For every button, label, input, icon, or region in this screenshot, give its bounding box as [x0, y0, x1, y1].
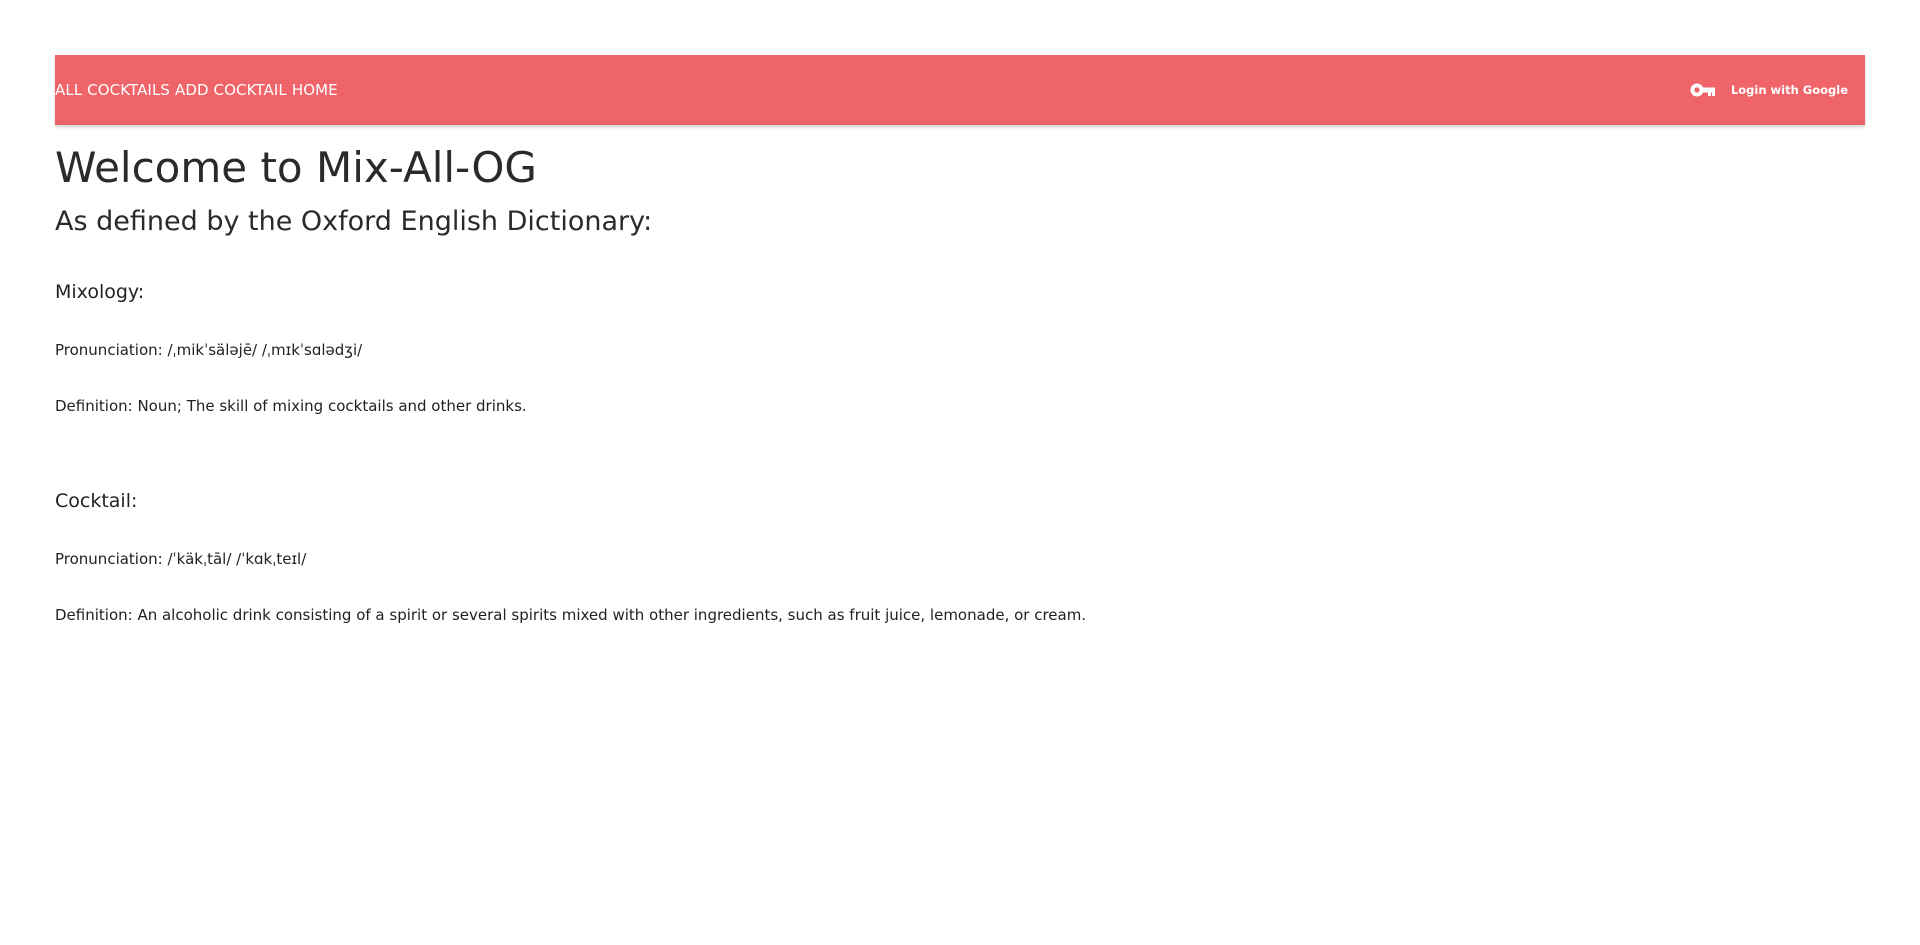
login-with-google-button[interactable]: Login with Google	[1690, 82, 1848, 98]
nav-links: ALL COCKTAILS ADD COCKTAIL HOME	[55, 81, 343, 99]
nav-link-home[interactable]: HOME	[292, 81, 338, 99]
login-label: Login with Google	[1730, 83, 1848, 97]
page-title: Welcome to Mix-All-OG	[55, 143, 537, 192]
nav-link-add-cocktail[interactable]: ADD COCKTAIL	[175, 81, 287, 99]
main-content: Welcome to Mix-All-OG As defined by the …	[55, 140, 1855, 624]
pronunciation-cocktail: Pronunciation: /ˈkäkˌtāl/ /ˈkɑkˌteɪl/	[55, 550, 307, 568]
page-subtitle: As defined by the Oxford English Diction…	[55, 206, 653, 237]
navbar: ALL COCKTAILS ADD COCKTAIL HOME Login wi…	[55, 55, 1865, 125]
nav-link-all-cocktails[interactable]: ALL COCKTAILS	[55, 81, 170, 99]
definition-cocktail: Definition: An alcoholic drink consistin…	[55, 606, 1087, 624]
pronunciation-mixology: Pronunciation: /ˌmikˈsäləjē/ /ˌmɪkˈsɑləd…	[55, 341, 363, 359]
term-heading-mixology: Mixology:	[55, 281, 145, 303]
definition-mixology: Definition: Noun; The skill of mixing co…	[55, 397, 527, 415]
page: ALL COCKTAILS ADD COCKTAIL HOME Login wi…	[0, 0, 1920, 945]
term-heading-cocktail: Cocktail:	[55, 490, 138, 512]
key-icon	[1690, 82, 1716, 98]
